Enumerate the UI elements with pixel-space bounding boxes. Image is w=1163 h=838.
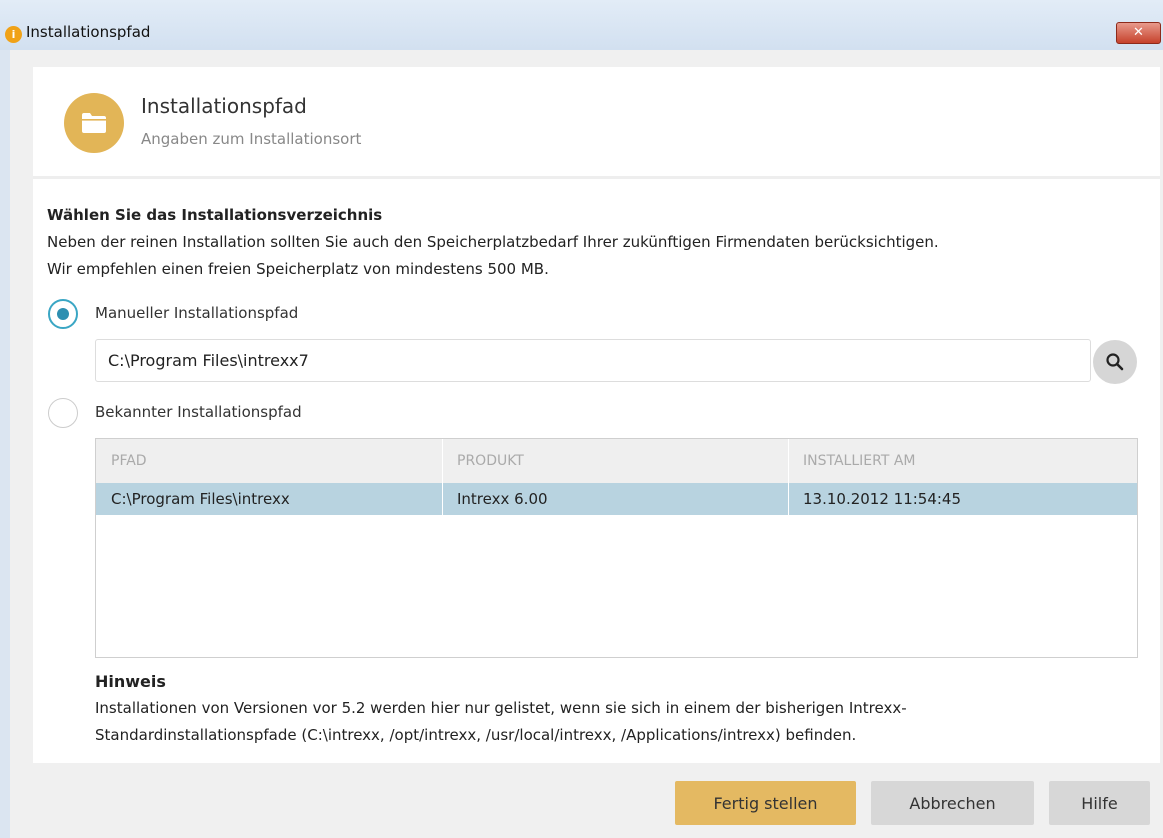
dialog-content: Installationspfad Angaben zum Installati… (33, 67, 1160, 763)
folder-icon (64, 93, 124, 153)
column-header-installed[interactable]: INSTALLIERT AM (788, 439, 1137, 483)
column-separator (788, 439, 789, 515)
cell-product: Intrexx 6.00 (457, 490, 548, 508)
window-left-border (0, 50, 10, 838)
section-description-line-1: Neben der reinen Installation sollten Si… (47, 233, 939, 251)
cell-path: C:\Program Files\intrexx (111, 490, 290, 508)
installer-window: i Installationspfad ✕ Installationspfad … (0, 0, 1163, 838)
header-title: Installationspfad (141, 94, 307, 118)
cancel-button[interactable]: Abbrechen (871, 781, 1034, 825)
column-separator (442, 439, 443, 515)
title-bar: i Installationspfad ✕ (0, 0, 1163, 50)
column-header-product[interactable]: PRODUKT (442, 439, 788, 483)
search-icon (1106, 353, 1124, 371)
known-path-label: Bekannter Installationspfad (95, 403, 302, 421)
header-divider (33, 176, 1160, 179)
browse-button[interactable] (1093, 340, 1137, 384)
close-button[interactable]: ✕ (1116, 22, 1161, 44)
column-header-path[interactable]: PFAD (96, 439, 442, 483)
section-title: Wählen Sie das Installationsverzeichnis (47, 206, 383, 224)
table-row[interactable]: C:\Program Files\intrexx Intrexx 6.00 13… (96, 483, 1137, 515)
app-icon: i (5, 26, 22, 43)
known-path-radio[interactable] (48, 398, 78, 428)
table-header: PFAD PRODUKT INSTALLIERT AM (96, 439, 1137, 483)
hint-text-line-2: Standardinstallationspfade (C:\intrexx, … (95, 726, 857, 744)
radio-dot (57, 308, 69, 320)
manual-path-label: Manueller Installationspfad (95, 304, 299, 322)
section-description-line-2: Wir empfehlen einen freien Speicherplatz… (47, 260, 549, 278)
hint-text-line-1: Installationen von Versionen vor 5.2 wer… (95, 699, 907, 717)
manual-path-radio[interactable] (48, 299, 78, 329)
hint-title: Hinweis (95, 672, 166, 691)
help-button[interactable]: Hilfe (1049, 781, 1150, 825)
cell-installed: 13.10.2012 11:54:45 (803, 490, 962, 508)
header-subtitle: Angaben zum Installationsort (141, 130, 362, 148)
known-installations-table: PFAD PRODUKT INSTALLIERT AM C:\Program F… (95, 438, 1138, 658)
finish-button[interactable]: Fertig stellen (675, 781, 856, 825)
window-title: Installationspfad (26, 23, 151, 41)
install-path-input[interactable] (95, 339, 1091, 382)
